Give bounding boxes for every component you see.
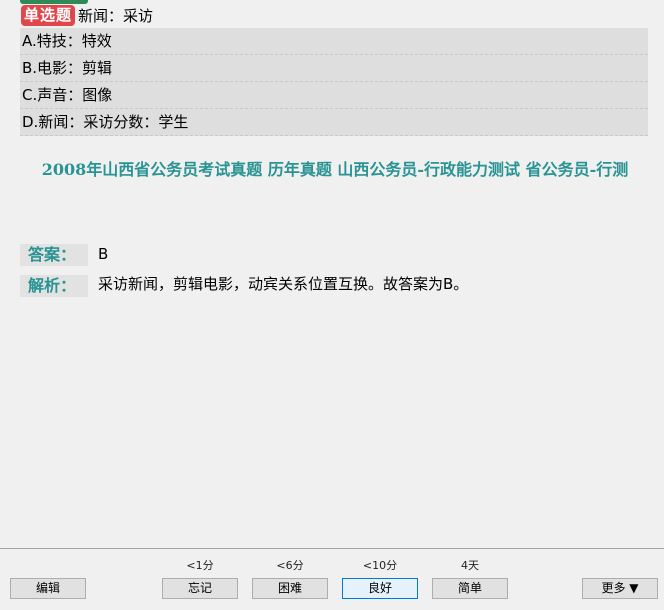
question-source: 2008年山西省公务员考试真题 历年真题 山西公务员-行政能力测试 省公务员-行…: [41, 160, 629, 179]
interval-good: <10分: [362, 559, 398, 572]
again-button[interactable]: 忘记: [162, 578, 238, 599]
options-list: A.特技：特效 B.电影：剪辑 C.声音：图像 D.新闻：采访分数：学生: [20, 28, 648, 136]
edit-button[interactable]: 编辑: [10, 578, 86, 599]
easy-button[interactable]: 简单: [432, 578, 508, 599]
analysis-label: 解析：: [20, 275, 88, 297]
analysis-text: 采访新闻，剪辑电影，动宾关系位置互换。故答案为B。: [98, 275, 469, 293]
good-button[interactable]: 良好: [342, 578, 418, 599]
tag-decoration: [20, 0, 88, 4]
card-content: 单选题 新闻：采访 A.特技：特效 B.电影：剪辑 C.声音：图像 D.新闻：采…: [0, 0, 664, 548]
option-a: A.特技：特效: [20, 28, 648, 55]
interval-easy: 4天: [461, 559, 479, 572]
option-c: C.声音：图像: [20, 82, 648, 109]
answer-value: B: [98, 245, 109, 263]
option-d: D.新闻：采访分数：学生: [20, 109, 648, 136]
review-toolbar: 编辑 <1分 忘记 <6分 困难 <10分 良好 4天 简单 更多 ▼: [0, 548, 664, 610]
interval-again: <1分: [186, 559, 214, 572]
interval-hard: <6分: [276, 559, 304, 572]
question-stem: 新闻：采访: [78, 7, 154, 25]
answer-label: 答案：: [20, 244, 88, 266]
hard-button[interactable]: 困难: [252, 578, 328, 599]
option-b: B.电影：剪辑: [20, 55, 648, 82]
more-button[interactable]: 更多 ▼: [582, 578, 658, 599]
question-type-badge: 单选题: [21, 5, 76, 26]
